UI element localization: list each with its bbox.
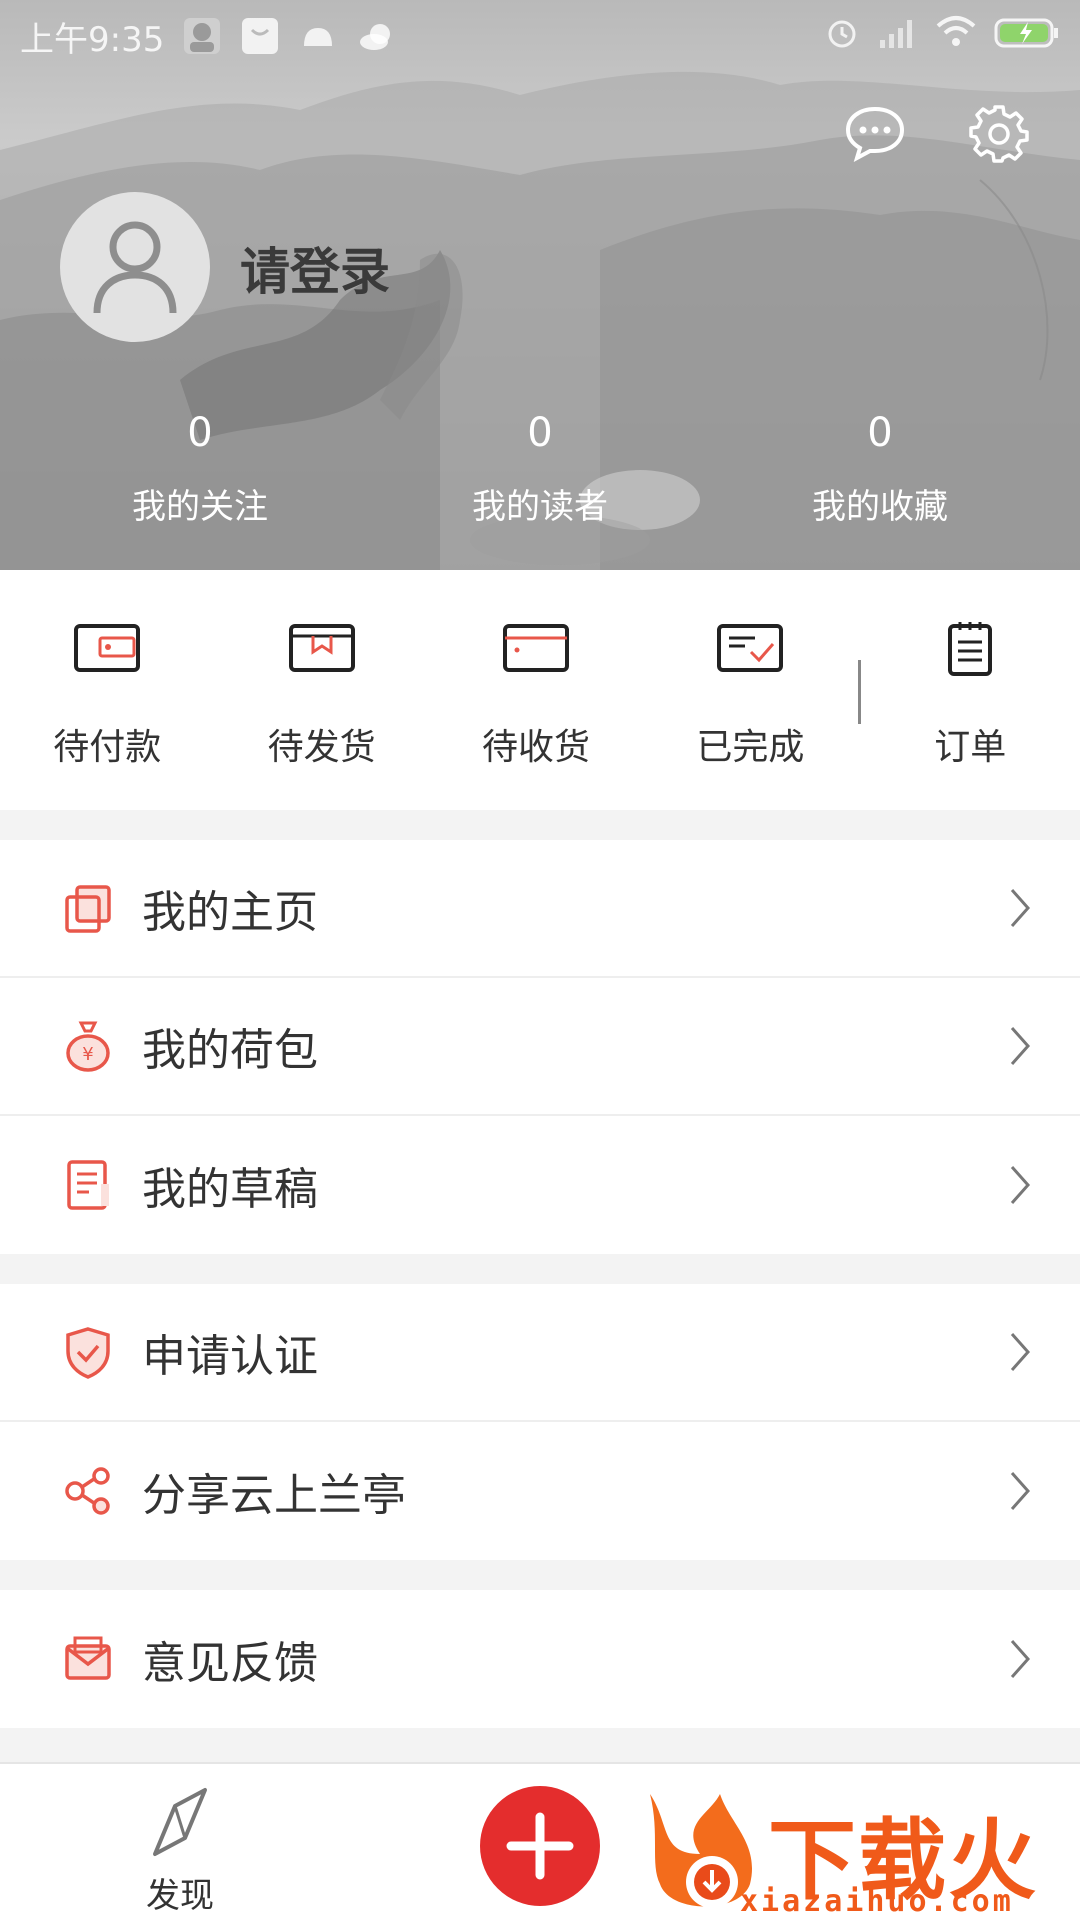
stat-readers[interactable]: 0 我的读者 bbox=[370, 405, 710, 528]
stat-favorites[interactable]: 0 我的收藏 bbox=[710, 405, 1050, 528]
chevron-right-icon bbox=[1000, 1466, 1040, 1516]
profile-stats: 0 我的关注 0 我的读者 0 我的收藏 bbox=[0, 405, 1080, 528]
order-completed[interactable]: 已完成 bbox=[643, 570, 857, 770]
order-pending-receipt[interactable]: 待收货 bbox=[429, 570, 643, 770]
menu-my-homepage[interactable]: 我的主页 bbox=[0, 840, 1080, 978]
header-actions bbox=[842, 100, 1032, 166]
draft-icon bbox=[62, 1159, 114, 1211]
status-bar: 上午9:35 bbox=[0, 0, 1080, 72]
check-doc-icon bbox=[715, 618, 785, 678]
menu-my-wallet[interactable]: ¥ 我的荷包 bbox=[0, 978, 1080, 1116]
nav-discover[interactable]: 发现 bbox=[130, 1784, 230, 1917]
add-button[interactable] bbox=[480, 1786, 600, 1906]
stat-count: 0 bbox=[527, 410, 553, 456]
order-label: 订单 bbox=[934, 727, 1007, 768]
order-label: 待付款 bbox=[53, 727, 162, 768]
alarm-icon bbox=[824, 14, 860, 59]
login-link[interactable]: 请登录 bbox=[240, 232, 390, 304]
stat-label: 我的收藏 bbox=[812, 487, 948, 527]
avatar-notification-icon bbox=[182, 16, 222, 56]
menu-apply-verification[interactable]: 申请认证 bbox=[0, 1284, 1080, 1422]
status-time: 上午9:35 bbox=[20, 19, 165, 60]
order-pending-payment[interactable]: 待付款 bbox=[0, 570, 214, 770]
menu-label: 分享云上兰亭 bbox=[142, 1470, 406, 1521]
signal-icon bbox=[878, 14, 918, 59]
chevron-right-icon bbox=[1000, 1634, 1040, 1684]
profile-header: 上午9:35 请登录 0 我的关注 0 我的读者 0 我的收藏 bbox=[0, 0, 1080, 570]
nav-label: 发现 bbox=[146, 1876, 214, 1916]
battery-charging-icon bbox=[994, 14, 1060, 59]
stat-label: 我的关注 bbox=[132, 487, 268, 527]
chevron-right-icon bbox=[1000, 1021, 1040, 1071]
menu-label: 我的荷包 bbox=[142, 1025, 318, 1076]
android-icon bbox=[298, 16, 338, 56]
chevron-right-icon bbox=[1000, 883, 1040, 933]
status-right-icons bbox=[824, 14, 1060, 59]
profile-page: 上午9:35 请登录 0 我的关注 0 我的读者 0 我的收藏 待付款 待发货 … bbox=[0, 0, 1080, 1920]
order-pending-shipment[interactable]: 待发货 bbox=[214, 570, 428, 770]
bottom-navigation: 发现 下载火 xiazaihuo.com bbox=[0, 1762, 1080, 1920]
watermark-en: xiazaihuo.com bbox=[740, 1884, 1014, 1919]
menu-label: 我的草稿 bbox=[142, 1164, 318, 1215]
order-status-bar: 待付款 待发货 待收货 已完成 订单 bbox=[0, 570, 1080, 810]
order-list-icon bbox=[935, 618, 1005, 678]
settings-button[interactable] bbox=[966, 100, 1032, 166]
compass-icon bbox=[153, 1788, 207, 1856]
menu-label: 意见反馈 bbox=[142, 1638, 318, 1689]
menu-feedback[interactable]: 意见反馈 bbox=[0, 1590, 1080, 1728]
svg-text:¥: ¥ bbox=[82, 1044, 93, 1065]
card-icon bbox=[501, 618, 571, 678]
wallet-icon bbox=[72, 618, 142, 678]
watermark-logo: 下载火 xiazaihuo.com bbox=[640, 1784, 1080, 1920]
chevron-right-icon bbox=[1000, 1160, 1040, 1210]
box-icon bbox=[287, 618, 357, 678]
stat-count: 0 bbox=[187, 410, 213, 456]
order-label: 待发货 bbox=[267, 727, 376, 768]
order-label: 待收货 bbox=[482, 727, 591, 768]
stat-label: 我的读者 bbox=[472, 487, 608, 527]
order-label: 已完成 bbox=[696, 727, 805, 768]
money-bag-icon: ¥ bbox=[62, 1020, 114, 1072]
pages-icon bbox=[62, 882, 114, 934]
chevron-right-icon bbox=[1000, 1327, 1040, 1377]
cloud-icon bbox=[356, 16, 396, 56]
menu-my-drafts[interactable]: 我的草稿 bbox=[0, 1116, 1080, 1254]
wifi-icon bbox=[936, 14, 976, 59]
shield-check-icon bbox=[62, 1326, 114, 1379]
settings-icon bbox=[969, 105, 1029, 163]
stat-following[interactable]: 0 我的关注 bbox=[30, 405, 370, 528]
order-all[interactable]: 订单 bbox=[861, 570, 1080, 770]
menu-label: 申请认证 bbox=[142, 1331, 318, 1382]
stat-count: 0 bbox=[867, 410, 893, 456]
menu-group-personal: 我的主页 ¥ 我的荷包 我的草稿 bbox=[0, 840, 1080, 1254]
plus-icon bbox=[506, 1812, 574, 1880]
menu-share-app[interactable]: 分享云上兰亭 bbox=[0, 1422, 1080, 1560]
avatar[interactable] bbox=[60, 192, 210, 342]
menu-group-account: 申请认证 分享云上兰亭 bbox=[0, 1284, 1080, 1560]
menu-label: 我的主页 bbox=[142, 887, 318, 938]
shopping-bag-icon bbox=[240, 16, 280, 56]
share-icon bbox=[62, 1465, 114, 1517]
message-icon bbox=[845, 106, 905, 162]
user-icon bbox=[93, 221, 177, 314]
message-button[interactable] bbox=[842, 100, 908, 166]
menu-group-feedback: 意见反馈 bbox=[0, 1590, 1080, 1728]
mail-icon bbox=[62, 1633, 114, 1685]
